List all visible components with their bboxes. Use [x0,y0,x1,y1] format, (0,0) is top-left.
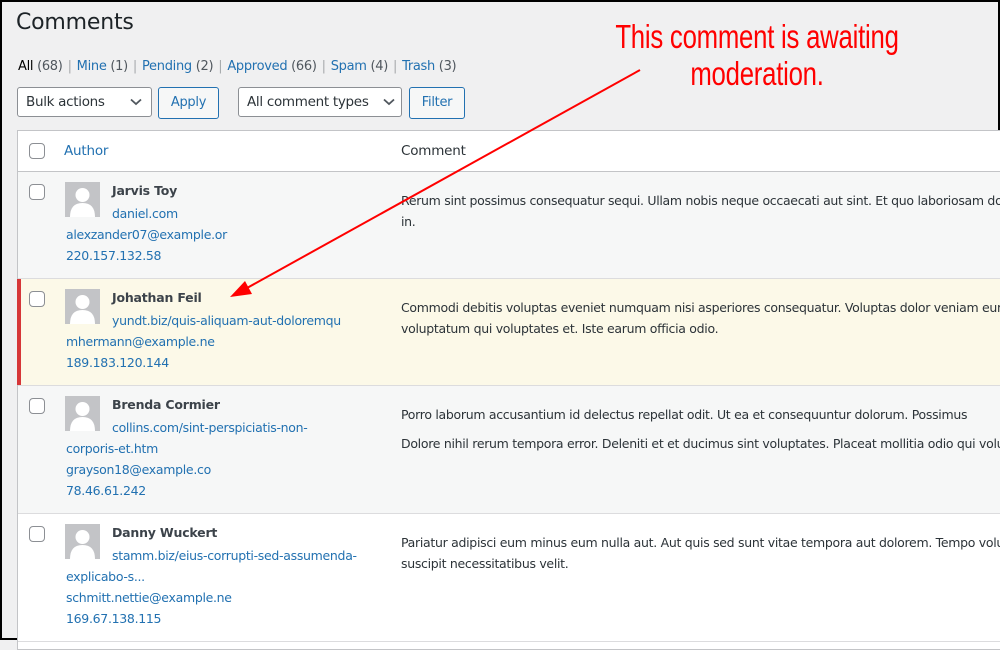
row-checkbox[interactable] [29,291,45,307]
table-row: Jarvis Toy daniel.com alexzander07@examp… [18,172,1000,279]
page-title: Comments [16,10,134,35]
chevron-down-icon [130,98,142,106]
column-comment: Comment [401,143,466,159]
column-author[interactable]: Author [64,143,108,159]
row-checkbox[interactable] [29,526,45,542]
table-row: Brenda Cormier collins.com/sint-perspici… [18,386,1000,514]
filter-all[interactable]: All (68) [18,59,63,74]
author-url[interactable]: stamm.biz/eius-corrupti-sed-assumenda-ex… [66,545,391,587]
author-email[interactable]: alexzander07@example.or [66,224,386,245]
author-name: Brenda Cormier [112,397,220,412]
separator: | [67,59,72,74]
comment-text: Rerum sint possimus consequatur sequi. U… [401,193,1000,229]
author-email[interactable]: mhermann@example.ne [66,331,386,352]
filter-mine[interactable]: Mine (1) [77,59,129,74]
author-url[interactable]: collins.com/sint-perspiciatis-non-corpor… [66,417,341,459]
separator: | [321,59,326,74]
chevron-down-icon [383,98,395,106]
apply-button[interactable]: Apply [158,87,219,119]
table-header: Author Comment [18,131,1000,172]
author-ip[interactable]: 169.67.138.115 [66,608,391,629]
table-row: Danny Wuckert stamm.biz/eius-corrupti-se… [18,514,1000,642]
comment-status-filters: All (68) | Mine (1) | Pending (2) | Approved (… [18,59,457,74]
author-name: Danny Wuckert [112,525,218,540]
author-url[interactable]: daniel.com [66,203,386,224]
row-checkbox[interactable] [29,398,45,414]
select-all-checkbox[interactable] [29,143,45,159]
filter-approved[interactable]: Approved (66) [227,59,317,74]
comment-text: Commodi debitis voluptas eveniet numquam… [401,300,1000,336]
filter-spam[interactable]: Spam (4) [331,59,389,74]
pending-indicator [17,279,21,385]
author-name: Jarvis Toy [112,183,178,198]
author-email[interactable]: grayson18@example.co [66,459,341,480]
filter-pending[interactable]: Pending (2) [142,59,214,74]
author-email[interactable]: schmitt.nettie@example.ne [66,587,391,608]
comment-text: Pariatur adipisci eum minus eum nulla au… [401,535,1000,571]
separator: | [132,59,137,74]
author-name: Johathan Feil [112,290,202,305]
separator: | [393,59,398,74]
table-row-pending: Johathan Feil yundt.biz/quis-aliquam-aut… [17,279,1000,386]
row-checkbox[interactable] [29,184,45,200]
filter-trash[interactable]: Trash (3) [402,59,457,74]
author-ip[interactable]: 78.46.61.242 [66,480,341,501]
comment-types-select[interactable]: All comment types [238,87,402,117]
author-ip[interactable]: 189.183.120.144 [66,352,386,373]
comments-table: Author Comment Jarvis Toy daniel.com ale… [17,130,1000,650]
author-url[interactable]: yundt.biz/quis-aliquam-aut-doloremqu [66,310,386,331]
annotation-callout: This comment is awaiting moderation. [615,18,899,92]
filter-button[interactable]: Filter [409,87,465,119]
comment-text: Porro laborum accusantium id delectus re… [401,407,1000,451]
separator: | [218,59,223,74]
author-ip[interactable]: 220.157.132.58 [66,245,386,266]
bulk-actions-select[interactable]: Bulk actions [17,87,152,117]
